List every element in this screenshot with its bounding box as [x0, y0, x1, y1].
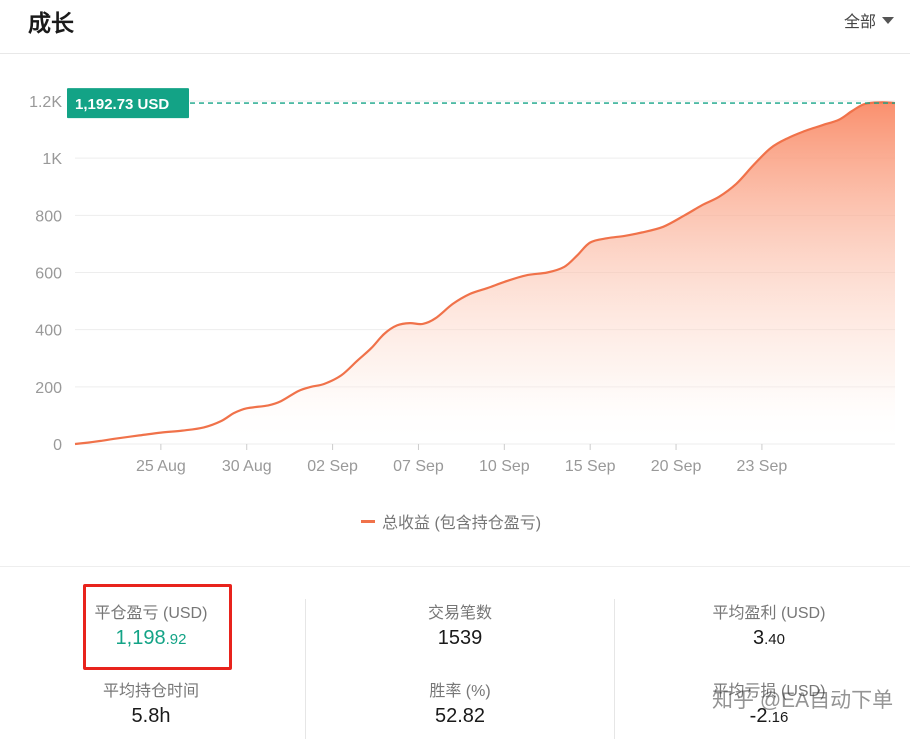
max-value-label: 1,192.73 USD [75, 96, 169, 113]
stat-value-dec: .92 [165, 631, 187, 648]
header: 成长 全部 [0, 0, 910, 54]
growth-chart: 0 200 400 600 800 1K 1.2K 25 Aug 30 Aug 02 Sep 07… [29, 88, 896, 532]
stat-avg-profit: 平均盈利 (USD) 3.40 [639, 599, 899, 650]
stat-label: 平均盈利 (USD) [712, 605, 826, 622]
stat-trade-count: 交易笔数 1539 [330, 599, 590, 650]
x-tick-label: 02 Sep [307, 458, 358, 475]
range-dropdown[interactable]: 全部 [844, 8, 894, 32]
x-tick-label: 10 Sep [479, 458, 530, 475]
stat-value-dec: .40 [764, 631, 785, 648]
series-area [75, 102, 895, 444]
y-tick-label: 800 [35, 208, 62, 225]
stat-value: 1,198.92 [21, 627, 281, 650]
y-axis-ticks: 0 200 400 600 800 1K 1.2K [29, 94, 62, 454]
chart-legend[interactable]: 总收益 (包含持仓盈亏) [361, 514, 541, 532]
stat-value-int: 3 [753, 627, 765, 649]
stat-win-rate: 胜率 (%) 52.82 [330, 677, 590, 728]
stats-divider [305, 599, 306, 739]
stat-label: 平仓盈亏 (USD) [94, 605, 208, 622]
range-dropdown-label: 全部 [843, 14, 876, 31]
x-tick-label: 20 Sep [651, 458, 702, 475]
y-tick-label: 1K [42, 151, 62, 168]
x-tick-label: 07 Sep [393, 458, 444, 475]
y-tick-label: 600 [35, 266, 62, 283]
stat-value: 52.82 [434, 705, 486, 727]
stat-value: 1539 [437, 627, 483, 649]
y-tick-label: 200 [35, 380, 62, 397]
legend-swatch [361, 520, 375, 523]
x-tick-label: 30 Aug [222, 458, 272, 475]
stats-divider [614, 599, 615, 739]
stat-value-int: 1,198 [115, 627, 166, 649]
stat-value: 5.8h [131, 705, 171, 727]
y-tick-label: 400 [35, 323, 62, 340]
y-tick-label: 1.2K [29, 94, 62, 111]
stat-label: 交易笔数 [427, 605, 492, 622]
stat-value: 3.40 [639, 627, 899, 650]
y-tick-label: 0 [53, 437, 62, 454]
stats-panel: 平仓盈亏 (USD) 1,198.92 交易笔数 1539 平均盈利 (USD)… [0, 566, 910, 745]
legend-label: 总收益 (包含持仓盈亏) [382, 514, 541, 532]
x-tick-label: 15 Sep [565, 458, 616, 475]
stat-avg-hold: 平均持仓时间 5.8h [21, 677, 281, 728]
x-tick-label: 23 Sep [737, 458, 788, 475]
caret-down-icon [882, 16, 894, 24]
x-tick-label: 25 Aug [136, 458, 186, 475]
stat-label: 胜率 (%) [429, 683, 491, 700]
stat-label: 平均持仓时间 [102, 683, 199, 700]
watermark: 知乎 @EA自动下单 [712, 689, 894, 712]
x-axis-ticks: 25 Aug 30 Aug 02 Sep 07 Sep 10 Sep 15 Sep 20 S… [136, 444, 787, 475]
page-title: 成长 [28, 10, 74, 36]
stat-closed-pnl: 平仓盈亏 (USD) 1,198.92 [21, 599, 281, 650]
